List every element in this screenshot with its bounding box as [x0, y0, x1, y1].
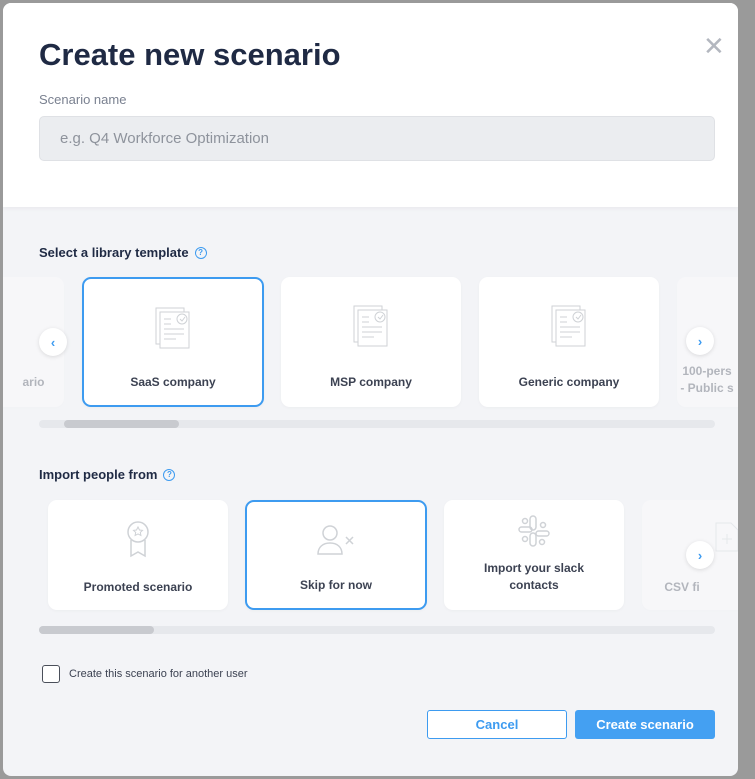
card-label: Promoted scenario — [83, 580, 193, 594]
scrollbar-thumb[interactable] — [39, 626, 154, 634]
user-remove-icon — [317, 525, 354, 555]
card-label: Skip for now — [300, 578, 372, 592]
template-card-saas[interactable]: SaaS company — [82, 277, 264, 407]
card-label: SaaS company — [130, 375, 216, 389]
template-heading-text: Select a library template — [39, 245, 189, 260]
scroll-right-button[interactable]: › — [686, 541, 714, 569]
import-card-slack[interactable]: Import your slack contacts — [444, 500, 624, 610]
card-label: Generic company — [518, 375, 620, 389]
import-scrollbar[interactable] — [39, 626, 715, 634]
template-card-generic[interactable]: Generic company — [479, 277, 659, 407]
checkbox-label: Create this scenario for another user — [69, 668, 248, 680]
page-title: Create new scenario — [39, 37, 341, 72]
scenario-name-input[interactable] — [39, 116, 715, 161]
scroll-left-button[interactable]: ‹ — [39, 328, 67, 356]
template-scrollbar[interactable] — [39, 420, 715, 428]
scroll-right-button[interactable]: › — [686, 327, 714, 355]
document-icon — [155, 307, 190, 349]
slack-icon — [518, 515, 550, 547]
import-heading-text: Import people from — [39, 467, 158, 482]
cancel-button[interactable]: Cancel — [427, 710, 567, 739]
import-card-promoted[interactable]: Promoted scenario — [48, 500, 228, 610]
card-label: MSP company — [330, 375, 412, 389]
scrollbar-thumb[interactable] — [64, 420, 179, 428]
close-icon[interactable]: ✕ — [703, 31, 725, 62]
document-icon — [551, 305, 586, 347]
document-icon — [353, 305, 388, 347]
award-ribbon-icon — [127, 521, 149, 558]
help-icon[interactable]: ? — [194, 246, 207, 259]
template-heading: Select a library template? — [39, 245, 207, 260]
file-add-icon — [715, 522, 738, 552]
help-icon[interactable]: ? — [163, 468, 176, 481]
card-label: ario — [22, 375, 45, 389]
card-label: 100-pers - Public s — [680, 364, 734, 395]
another-user-checkbox[interactable] — [42, 665, 60, 683]
create-scenario-modal: Create new scenario ✕ Scenario name Sele… — [3, 3, 738, 776]
modal-header: Create new scenario ✕ Scenario name — [3, 3, 738, 207]
import-heading: Import people from? — [39, 467, 176, 482]
card-label: Import your slack contacts — [483, 561, 585, 592]
create-scenario-button[interactable]: Create scenario — [575, 710, 715, 739]
card-label: CSV fi — [664, 580, 700, 594]
import-card-skip[interactable]: Skip for now — [245, 500, 427, 610]
template-card-msp[interactable]: MSP company — [281, 277, 461, 407]
scenario-name-label: Scenario name — [39, 92, 127, 107]
